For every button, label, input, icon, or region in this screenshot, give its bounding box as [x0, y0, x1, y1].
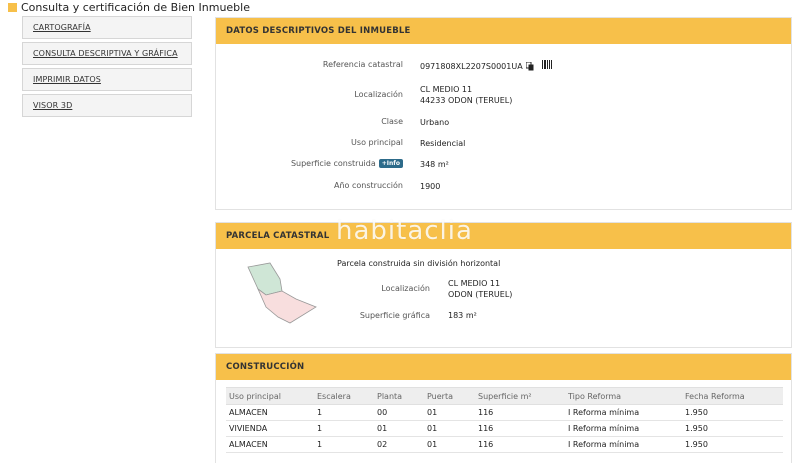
table-row: ALMACEN 1 02 01 116 I Reforma mínima 1.9… — [226, 436, 783, 453]
loc-value-1: CL MEDIO 11 — [420, 85, 473, 94]
cell: 116 — [475, 404, 565, 421]
cell: 01 — [424, 404, 475, 421]
construccion-table: Uso principal Escalera Planta Puerta Sup… — [226, 387, 783, 453]
cell: VIVIENDA — [226, 420, 314, 437]
construccion-panel: CONSTRUCCIÓN Uso principal Escalera Plan… — [215, 353, 792, 463]
copy-icon[interactable] — [525, 61, 534, 71]
parcela-loc-1: CL MEDIO 11 — [448, 279, 501, 288]
table-row: ALMACEN 1 00 01 116 I Reforma mínima 1.9… — [226, 404, 783, 421]
nav-item-imprimir[interactable]: IMPRIMIR DATOS — [22, 68, 192, 91]
nav-item-label[interactable]: IMPRIMIR DATOS — [33, 75, 101, 84]
nav-item-label[interactable]: VISOR 3D — [33, 101, 72, 110]
side-nav: CARTOGRAFÍA CONSULTA DESCRIPTIVA Y GRÁFI… — [22, 16, 192, 120]
col-fecha-reforma: Fecha Reforma — [682, 387, 783, 405]
cell: 01 — [374, 420, 424, 437]
nav-item-visor-3d[interactable]: VISOR 3D — [22, 94, 192, 117]
parcela-sup-label: Superficie gráfica — [359, 311, 430, 320]
cell: 01 — [424, 420, 475, 437]
cell: 1 — [314, 436, 374, 453]
cell: 1 — [314, 420, 374, 437]
ref-label: Referencia catastral — [322, 60, 403, 69]
panel-title: PARCELA CATASTRAL — [226, 231, 330, 241]
panel-header: PARCELA CATASTRAL — [216, 223, 791, 249]
cell: 01 — [424, 436, 475, 453]
cell: 116 — [475, 420, 565, 437]
col-puerta: Puerta — [424, 387, 475, 405]
loc-value-2: 44233 ODON (TERUEL) — [420, 96, 513, 105]
col-uso: Uso principal — [226, 387, 314, 405]
anio-label: Año construcción — [334, 181, 403, 190]
parcela-catastral-panel: PARCELA CATASTRAL Parcela construida sin… — [215, 222, 792, 348]
sup-label-group: Superficie construida +Info — [216, 159, 403, 168]
nav-item-consulta[interactable]: CONSULTA DESCRIPTIVA Y GRÁFICA — [22, 42, 192, 65]
uso-label: Uso principal — [351, 138, 403, 147]
cell: 02 — [374, 436, 424, 453]
ref-value-group: 0971808XL2207S0001UA — [420, 60, 552, 72]
nav-item-label[interactable]: CARTOGRAFÍA — [33, 23, 91, 32]
sup-label: Superficie construida — [290, 159, 376, 168]
nav-item-label[interactable]: CONSULTA DESCRIPTIVA Y GRÁFICA — [33, 49, 178, 58]
page-title: Consulta y certificación de Bien Inmuebl… — [21, 0, 250, 14]
panel-header: DATOS DESCRIPTIVOS DEL INMUEBLE — [216, 18, 791, 44]
info-badge[interactable]: +Info — [378, 159, 403, 168]
table-header-row: Uso principal Escalera Planta Puerta Sup… — [226, 387, 783, 405]
cell: ALMACEN — [226, 436, 314, 453]
col-superficie: Superficie m² — [475, 387, 565, 405]
parcela-desc: Parcela construida sin división horizont… — [337, 259, 501, 268]
cell: 1.950 — [682, 404, 783, 421]
clase-label: Clase — [381, 117, 403, 126]
cell: 116 — [475, 436, 565, 453]
cell: 00 — [374, 404, 424, 421]
datos-descriptivos-panel: DATOS DESCRIPTIVOS DEL INMUEBLE Referenc… — [215, 17, 792, 210]
loc-label: Localización — [354, 90, 403, 99]
col-planta: Planta — [374, 387, 424, 405]
cell: I Reforma mínima — [565, 420, 682, 437]
parcela-sup-value: 183 m² — [448, 311, 477, 320]
panel-title: CONSTRUCCIÓN — [226, 362, 305, 372]
col-escalera: Escalera — [314, 387, 374, 405]
parcela-loc-label: Localización — [381, 284, 430, 293]
cell: ALMACEN — [226, 404, 314, 421]
cell: 1.950 — [682, 420, 783, 437]
nav-item-cartografia[interactable]: CARTOGRAFÍA — [22, 16, 192, 39]
panel-header: CONSTRUCCIÓN — [216, 354, 791, 380]
cell: 1.950 — [682, 436, 783, 453]
table-row: VIVIENDA 1 01 01 116 I Reforma mínima 1.… — [226, 420, 783, 437]
ref-value: 0971808XL2207S0001UA — [420, 61, 523, 71]
clase-value: Urbano — [420, 118, 450, 127]
panel-title: DATOS DESCRIPTIVOS DEL INMUEBLE — [226, 26, 411, 36]
page-title-bar: Consulta y certificación de Bien Inmuebl… — [8, 0, 250, 14]
parcela-loc-2: ODON (TERUEL) — [448, 290, 513, 299]
cell: I Reforma mínima — [565, 404, 682, 421]
col-tipo-reforma: Tipo Reforma — [565, 387, 682, 405]
cell: I Reforma mínima — [565, 436, 682, 453]
barcode-icon[interactable] — [541, 60, 552, 72]
sup-value: 348 m² — [420, 160, 449, 169]
cell: 1 — [314, 404, 374, 421]
uso-value: Residencial — [420, 139, 466, 148]
anio-value: 1900 — [420, 182, 441, 191]
title-square-icon — [8, 2, 17, 12]
